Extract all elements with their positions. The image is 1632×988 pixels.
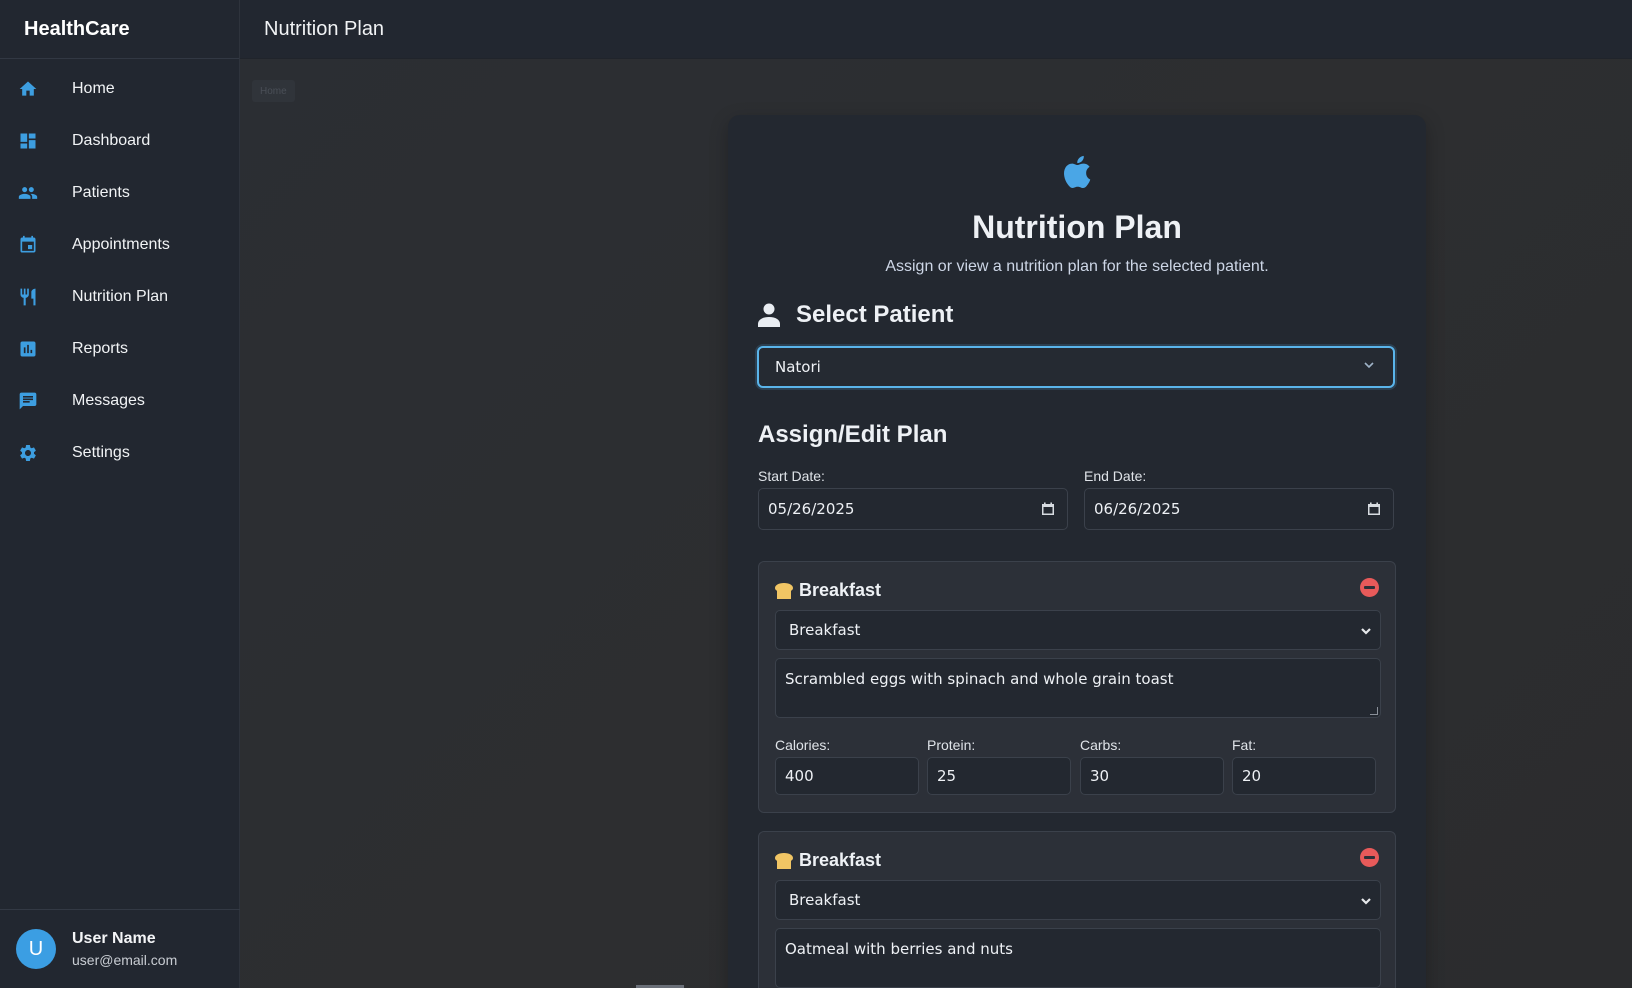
sidebar-item-label: Messages bbox=[72, 392, 145, 409]
chevron-down-icon bbox=[1360, 894, 1372, 906]
main-content: Home Nutrition Plan Assign or view a nut… bbox=[240, 59, 1632, 988]
card-subtitle: Assign or view a nutrition plan for the … bbox=[885, 258, 1269, 275]
topbar: Nutrition Plan bbox=[240, 0, 1632, 59]
meal-title: Breakfast bbox=[799, 850, 882, 870]
calendar-picker-icon[interactable] bbox=[1367, 502, 1381, 516]
sidebar-nav: Home Dashboard Patients Appointments Nut… bbox=[0, 59, 239, 479]
meal-entry: Breakfast Breakfast Scrambled eggs with … bbox=[758, 561, 1396, 813]
calendar-icon bbox=[18, 235, 38, 255]
calories-label: Calories: bbox=[775, 737, 831, 753]
page-title: Nutrition Plan bbox=[264, 17, 385, 40]
end-date-input[interactable]: 06/26/2025 bbox=[1084, 488, 1394, 530]
brand-logo[interactable]: HealthCare bbox=[0, 0, 239, 59]
bread-icon bbox=[775, 582, 793, 599]
calendar-picker-icon[interactable] bbox=[1041, 502, 1055, 516]
patient-select[interactable]: Natori bbox=[757, 346, 1395, 388]
sidebar-item-label: Appointments bbox=[72, 236, 170, 253]
person-icon bbox=[758, 303, 780, 327]
meal-entry: Breakfast Breakfast Oatmeal with berries… bbox=[758, 831, 1396, 988]
remove-meal-button[interactable] bbox=[1360, 578, 1379, 597]
people-icon bbox=[18, 183, 38, 203]
sidebar-item-label: Nutrition Plan bbox=[72, 288, 169, 305]
protein-input[interactable]: 25 bbox=[927, 757, 1071, 795]
user-email: user@email.com bbox=[72, 952, 178, 968]
end-date-value: 06/26/2025 bbox=[1094, 500, 1181, 518]
bar-chart-icon bbox=[18, 339, 38, 359]
sidebar-item-label: Reports bbox=[72, 340, 129, 357]
sidebar-item-home[interactable]: Home bbox=[0, 63, 239, 115]
remove-meal-button[interactable] bbox=[1360, 848, 1379, 867]
gear-icon bbox=[18, 443, 38, 463]
resize-handle[interactable] bbox=[1370, 707, 1378, 715]
sidebar-item-messages[interactable]: Messages bbox=[0, 375, 239, 427]
sidebar-item-label: Patients bbox=[72, 184, 130, 201]
meal-description-text: Scrambled eggs with spinach and whole gr… bbox=[785, 670, 1174, 688]
sidebar-item-reports[interactable]: Reports bbox=[0, 323, 239, 375]
user-profile[interactable]: U User Name user@email.com bbox=[0, 909, 240, 988]
sidebar-item-nutrition-plan[interactable]: Nutrition Plan bbox=[0, 271, 239, 323]
fat-input[interactable]: 20 bbox=[1232, 757, 1376, 795]
card-title: Nutrition Plan bbox=[972, 209, 1182, 245]
patient-select-value: Natori bbox=[775, 358, 821, 376]
chevron-down-icon bbox=[1360, 624, 1372, 636]
select-patient-label: Select Patient bbox=[796, 301, 954, 328]
nutrition-plan-card: Nutrition Plan Assign or view a nutritio… bbox=[728, 115, 1426, 988]
apple-icon bbox=[1060, 151, 1098, 193]
bread-icon bbox=[775, 852, 793, 869]
user-info: User Name user@email.com bbox=[72, 930, 177, 968]
breadcrumb[interactable]: Home bbox=[252, 80, 295, 102]
meal-description-textarea[interactable]: Scrambled eggs with spinach and whole gr… bbox=[775, 658, 1381, 718]
start-date-value: 05/26/2025 bbox=[768, 500, 855, 518]
start-date-label: Start Date: bbox=[758, 468, 825, 484]
sidebar-item-label: Home bbox=[72, 80, 115, 97]
sidebar-item-patients[interactable]: Patients bbox=[0, 167, 239, 219]
sidebar-item-appointments[interactable]: Appointments bbox=[0, 219, 239, 271]
meal-description-textarea[interactable]: Oatmeal with berries and nuts bbox=[775, 928, 1381, 988]
fat-label: Fat: bbox=[1232, 737, 1257, 753]
sidebar-item-label: Settings bbox=[72, 444, 130, 461]
message-icon bbox=[18, 391, 38, 411]
meal-type-select[interactable]: Breakfast bbox=[775, 610, 1381, 650]
meal-type-value: Breakfast bbox=[789, 621, 861, 639]
carbs-label: Carbs: bbox=[1080, 737, 1122, 753]
meal-title: Breakfast bbox=[799, 580, 882, 600]
start-date-input[interactable]: 05/26/2025 bbox=[758, 488, 1068, 530]
select-patient-heading: Select Patient bbox=[758, 301, 953, 329]
sidebar-item-label: Dashboard bbox=[72, 132, 151, 149]
utensils-icon bbox=[18, 287, 38, 307]
meal-description-text: Oatmeal with berries and nuts bbox=[785, 940, 1013, 958]
calories-input[interactable]: 400 bbox=[775, 757, 919, 795]
meal-type-value: Breakfast bbox=[789, 891, 861, 909]
assign-plan-heading: Assign/Edit Plan bbox=[758, 421, 948, 448]
chevron-down-icon bbox=[1363, 358, 1375, 370]
sidebar-item-dashboard[interactable]: Dashboard bbox=[0, 115, 239, 167]
meal-type-select[interactable]: Breakfast bbox=[775, 880, 1381, 920]
dashboard-icon bbox=[18, 131, 38, 151]
carbs-input[interactable]: 30 bbox=[1080, 757, 1224, 795]
meal-heading: Breakfast bbox=[775, 850, 881, 871]
home-icon bbox=[18, 79, 38, 99]
user-name: User Name bbox=[72, 930, 156, 947]
meal-heading: Breakfast bbox=[775, 580, 881, 601]
avatar: U bbox=[16, 929, 56, 969]
sidebar-item-settings[interactable]: Settings bbox=[0, 427, 239, 479]
end-date-label: End Date: bbox=[1084, 468, 1147, 484]
sidebar: HealthCare Home Dashboard Patients Appoi… bbox=[0, 0, 240, 988]
protein-label: Protein: bbox=[927, 737, 976, 753]
